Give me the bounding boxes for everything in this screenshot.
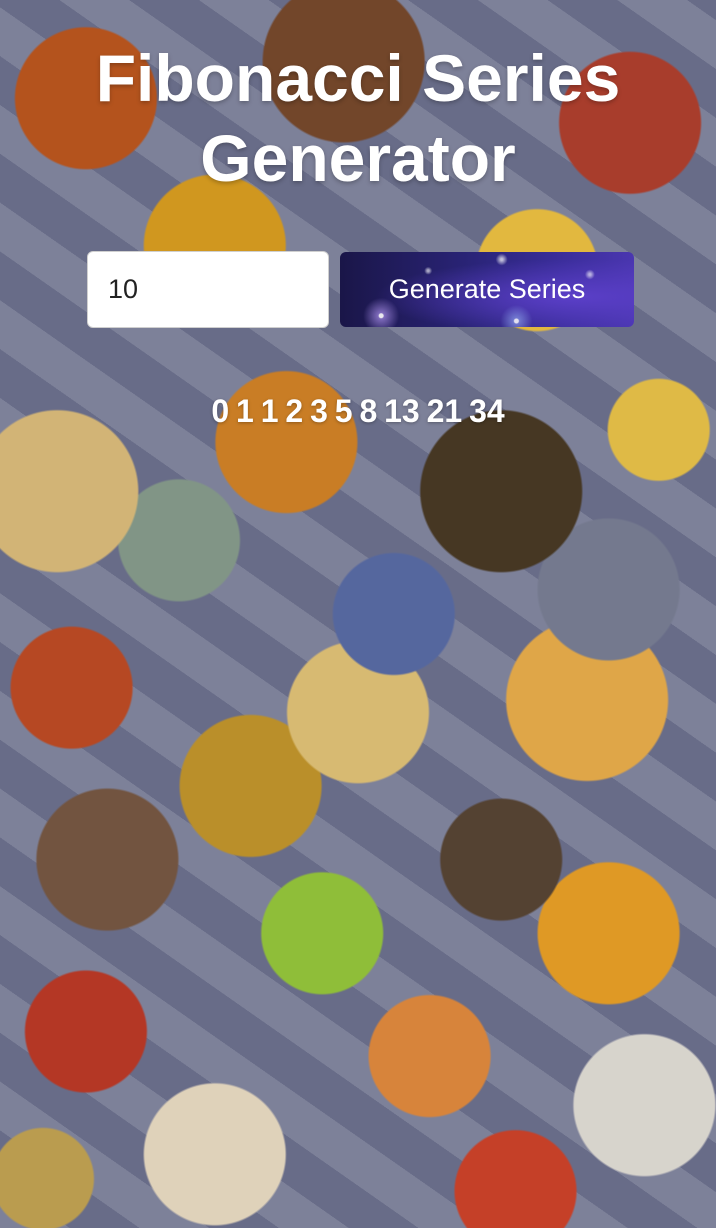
generate-series-button[interactable]: Generate Series (340, 252, 634, 327)
term-count-input[interactable] (87, 251, 329, 328)
fibonacci-series-output: 0 1 1 2 3 5 8 13 21 34 (211, 393, 505, 429)
page-title: Fibonacci Series Generator (95, 41, 621, 195)
